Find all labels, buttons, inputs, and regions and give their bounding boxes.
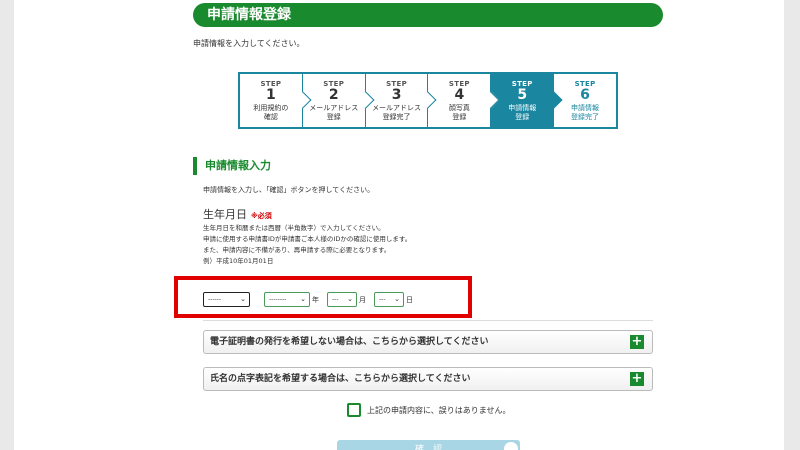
section-title: 申請情報入力 <box>193 157 271 175</box>
step-indicator: STEP 1 利用規約の 確認 STEP 2 メールアドレス 登録 STEP 3 メ… <box>238 72 618 129</box>
agree-checkbox[interactable] <box>347 403 361 417</box>
chevron-down-icon: ⌄ <box>300 295 306 303</box>
step-4: STEP 4 顔写真 登録 <box>428 74 500 127</box>
step-number: 5 <box>517 87 528 103</box>
birthdate-help: 生年月日を和暦または西暦（半角数字）で入力してください。 申請に使用する申請書I… <box>203 224 412 265</box>
month-select[interactable]: --- ⌄ <box>327 292 357 307</box>
step-desc: 申請情報 登録完了 <box>571 104 600 121</box>
chevron-down-icon: ⌄ <box>394 295 400 303</box>
divider <box>203 320 653 321</box>
step-desc: メールアドレス 登録 <box>309 104 359 121</box>
month-unit: 月 <box>359 296 366 304</box>
chevron-down-icon: ⌄ <box>347 295 353 303</box>
birthdate-label: 生年月日 ※必須 <box>203 208 272 221</box>
chevron-down-icon: ⌄ <box>240 295 246 303</box>
plus-icon[interactable]: + <box>630 372 644 386</box>
era-select[interactable]: ------ ⌄ <box>203 292 250 307</box>
step-number: 2 <box>328 87 339 103</box>
step-3: STEP 3 メールアドレス 登録完了 <box>365 74 437 127</box>
confirm-button[interactable]: 確 認 <box>337 440 520 450</box>
accordion-label: 氏名の点字表記を希望する場合は、こちらから選択してください <box>210 374 471 384</box>
required-badge: ※必須 <box>251 212 272 220</box>
agree-label[interactable]: 上記の申請内容に、誤りはありません。 <box>367 405 511 416</box>
step-5: STEP 5 申請情報 登録 <box>491 74 563 127</box>
step-number: 6 <box>580 87 590 103</box>
day-select[interactable]: --- ⌄ <box>374 292 404 307</box>
intro-text: 申請情報を入力してください。 <box>193 39 305 48</box>
year-unit: 年 <box>312 296 319 304</box>
braille-name-accordion[interactable]: 氏名の点字表記を希望する場合は、こちらから選択してください + <box>203 367 653 391</box>
step-6: STEP 6 申請情報 登録完了 <box>554 74 616 127</box>
day-unit: 日 <box>406 296 413 304</box>
cert-opt-out-accordion[interactable]: 電子証明書の発行を希望しない場合は、こちらから選択してください + <box>203 330 653 354</box>
step-desc: 顔写真 登録 <box>448 104 470 121</box>
step-desc: 利用規約の 確認 <box>253 104 289 121</box>
accordion-label: 電子証明書の発行を希望しない場合は、こちらから選択してください <box>210 337 489 347</box>
step-number: 4 <box>454 87 465 103</box>
step-number: 1 <box>266 87 276 103</box>
plus-icon[interactable]: + <box>630 335 644 349</box>
section-description: 申請情報を入力し、「確認」ボタンを押してください。 <box>203 186 375 194</box>
step-2: STEP 2 メールアドレス 登録 <box>302 74 375 127</box>
step-desc: 申請情報 登録 <box>508 104 537 121</box>
step-1: STEP 1 利用規約の 確認 <box>240 74 312 127</box>
page-title: 申請情報登録 <box>193 3 663 27</box>
circle-arrow-icon <box>504 442 518 450</box>
step-desc: メールアドレス 登録完了 <box>372 104 422 121</box>
step-number: 3 <box>391 87 402 103</box>
year-select[interactable]: -------- ⌄ <box>264 292 310 307</box>
